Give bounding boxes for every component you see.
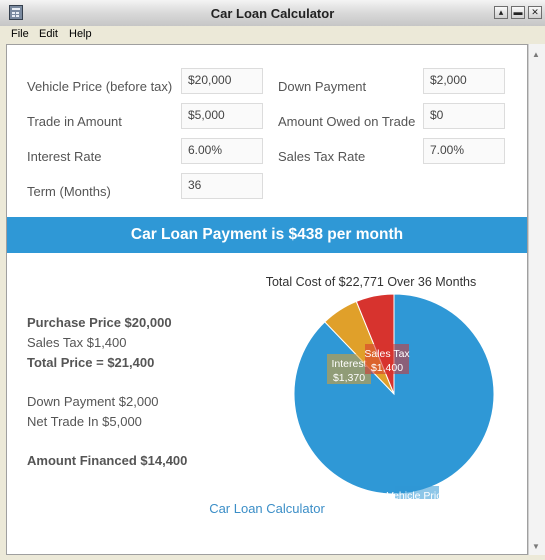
interest-rate-label: Interest Rate	[27, 149, 102, 164]
chart-title: Total Cost of $22,771 Over 36 Months	[265, 275, 477, 289]
pie-slice-label: Interest	[331, 358, 366, 370]
down-payment-input[interactable]: $2,000	[423, 68, 505, 94]
car-loan-calculator-link[interactable]: Car Loan Calculator	[7, 501, 527, 516]
minimize-icon[interactable]: ▬	[511, 6, 525, 19]
pie-slice-label: Vehicle Price	[387, 490, 448, 499]
menu-edit[interactable]: Edit	[39, 28, 58, 40]
menu-file[interactable]: File	[11, 28, 29, 40]
owed-on-trade-label: Amount Owed on Trade	[278, 114, 416, 129]
trade-in-input[interactable]: $5,000	[181, 103, 263, 129]
content-area: Vehicle Price (before tax) $20,000 Down …	[6, 44, 528, 555]
cost-pie-chart: Vehicle Price$20,000Interest$1,370Sales …	[293, 293, 495, 499]
interest-rate-input[interactable]: 6.00%	[181, 138, 263, 164]
down-payment-label: Down Payment	[278, 79, 367, 94]
title-bar[interactable]: Car Loan Calculator ▴ ▬ ✕	[0, 0, 545, 27]
pie-slice-value: $1,370	[333, 372, 365, 384]
down-payment-text: Down Payment $2,000	[27, 394, 159, 409]
vehicle-price-label: Vehicle Price (before tax)	[27, 79, 173, 94]
menu-bar: File Edit Help	[0, 26, 545, 44]
pie-slice-label: Sales Tax	[364, 348, 410, 360]
close-icon[interactable]: ✕	[528, 6, 542, 19]
sales-tax-rate-label: Sales Tax Rate	[278, 149, 366, 164]
total-price-text: Total Price = $21,400	[27, 355, 155, 370]
restore-icon[interactable]: ▴	[494, 6, 508, 19]
purchase-price-text: Purchase Price $20,000	[27, 315, 172, 330]
menu-help[interactable]: Help	[69, 28, 92, 40]
payment-banner: Car Loan Payment is $438 per month	[7, 217, 527, 253]
vehicle-price-input[interactable]: $20,000	[181, 68, 263, 94]
sales-tax-text: Sales Tax $1,400	[27, 335, 127, 350]
scroll-down-icon[interactable]: ▼	[532, 542, 540, 551]
scroll-up-icon[interactable]: ▲	[532, 50, 540, 59]
term-input[interactable]: 36	[181, 173, 263, 199]
window-title: Car Loan Calculator	[210, 6, 335, 21]
app-window: Car Loan Calculator ▴ ▬ ✕ File Edit Help…	[0, 0, 545, 560]
net-trade-in-text: Net Trade In $5,000	[27, 414, 142, 429]
pie-slice-value: $1,400	[371, 362, 403, 374]
vertical-scrollbar[interactable]: ▲ ▼	[528, 44, 545, 555]
sales-tax-rate-input[interactable]: 7.00%	[423, 138, 505, 164]
owed-on-trade-input[interactable]: $0	[423, 103, 505, 129]
trade-in-label: Trade in Amount	[27, 114, 122, 129]
term-label: Term (Months)	[27, 184, 111, 199]
amount-financed-text: Amount Financed $14,400	[27, 453, 188, 468]
